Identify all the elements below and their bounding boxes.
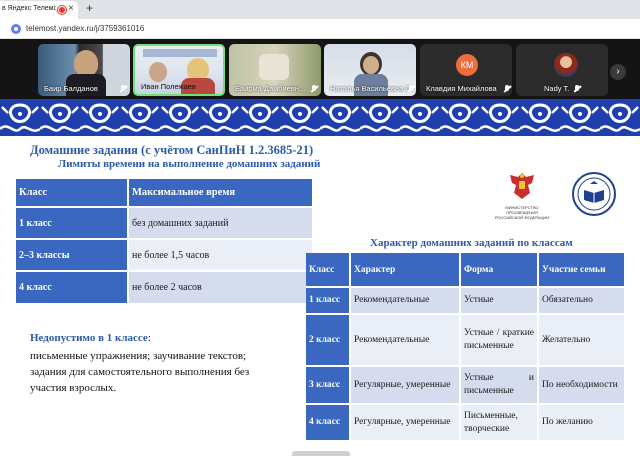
new-tab-icon[interactable]: +: [86, 1, 93, 15]
kinds-table: Класс Характер Форма Участие семьи 1 кла…: [306, 253, 626, 440]
column-header: Характер: [350, 253, 461, 287]
table-cell: Регулярные, умеренные: [350, 403, 461, 440]
table-cell: не более 2 часов: [128, 270, 314, 303]
forbidden-heading-text: Недопустимо в 1 классе: [30, 332, 148, 344]
table-cell: без домашних заданий: [128, 206, 314, 239]
book-seal-icon: [572, 172, 616, 216]
table-cell: Устные / краткие письменные: [460, 313, 539, 366]
table-cell: Устные и письменные: [460, 365, 539, 404]
participant-name: Nady T.: [544, 84, 570, 93]
column-header: Класс: [306, 253, 351, 287]
column-header: Участие семьи: [538, 253, 626, 287]
table-cell: Желательно: [538, 313, 626, 366]
table-cell: Рекомендательные: [350, 286, 461, 314]
table-cell: 2–3 классы: [16, 238, 129, 271]
participant-tile[interactable]: Наталья Васильевна С...: [324, 44, 416, 96]
table-cell: Устные: [460, 286, 539, 314]
column-header: Форма: [460, 253, 539, 287]
column-header: Максимальное время: [128, 179, 314, 207]
table-cell: По необходимости: [538, 365, 626, 404]
participant-name: Баир Балданов: [44, 84, 98, 93]
table-cell: По желанию: [538, 403, 626, 440]
participant-tile[interactable]: Баирма Дамбиевн...: [229, 44, 321, 96]
table-row: 4 класс не более 2 часов: [16, 270, 314, 303]
table-row: 4 класс Регулярные, умеренные Письменные…: [306, 403, 626, 440]
url-text[interactable]: telemost.yandex.ru/j/3759361016: [26, 24, 144, 33]
site-info-icon[interactable]: [11, 24, 21, 34]
participant-tile[interactable]: Иван Полежаев: [133, 44, 225, 96]
close-icon[interactable]: ×: [68, 3, 74, 14]
tab-title: в Яндекс Телемост: [2, 5, 56, 12]
address-bar[interactable]: telemost.yandex.ru/j/3759361016: [0, 19, 640, 39]
table-row: 1 класс Рекомендательные Устные Обязател…: [306, 286, 626, 314]
table-cell: 4 класс: [16, 270, 129, 303]
table-cell: Письменные, творческие: [460, 403, 539, 440]
table-cell: 4 класс: [306, 403, 351, 440]
recording-icon: [58, 6, 66, 14]
participant-tile[interactable]: КМ Клавдия Михайлова: [420, 44, 512, 96]
avatar: [554, 53, 578, 77]
table-row: 2–3 классы не более 1,5 часов: [16, 238, 314, 271]
participant-name: Клавдия Михайлова: [426, 84, 497, 93]
participant-tile[interactable]: Nady T.: [516, 44, 608, 96]
table-row: 1 класс без домашних заданий: [16, 206, 314, 239]
table-cell: Регулярные, умеренные: [350, 365, 461, 404]
participant-name: Иван Полежаев: [141, 82, 196, 91]
table-cell: 1 класс: [306, 286, 351, 314]
forbidden-line: участия взрослых.: [30, 382, 117, 394]
mic-muted-icon: [311, 85, 317, 93]
slide-title: Домашние задания (с учётом СанПиН 1.2.36…: [30, 143, 314, 157]
browser-tab[interactable]: в Яндекс Телемост ×: [0, 1, 78, 19]
participant-name: Наталья Васильевна С...: [330, 84, 416, 93]
table-cell: Обязательно: [538, 286, 626, 314]
table-cell: 3 класс: [306, 365, 351, 404]
limits-table: Класс Максимальное время 1 класс без дом…: [16, 179, 314, 303]
kinds-title: Характер домашних заданий по классам: [370, 237, 573, 249]
mic-muted-icon: [574, 85, 580, 93]
ministry-caption: МИНИСТЕРСТВО ПРОСВЕЩЕНИЯ РОССИЙСКОЙ ФЕДЕ…: [494, 205, 550, 220]
table-cell: 1 класс: [16, 206, 129, 239]
slide-subtitle: Лимиты времени на выполнение домашних за…: [58, 158, 321, 170]
forbidden-heading: Недопустимо в 1 классе:: [30, 332, 151, 344]
ornament-band: [0, 99, 640, 136]
table-row: 2 класс Рекомендательные Устные / кратки…: [306, 313, 626, 366]
participants-strip: Баир Балданов Иван Полежаев Баирма Дамби…: [0, 39, 640, 99]
mic-muted-icon: [120, 85, 126, 93]
table-row: 3 класс Регулярные, умеренные Устные и п…: [306, 365, 626, 404]
chevron-right-icon[interactable]: ›: [610, 64, 626, 80]
ministry-logo: МИНИСТЕРСТВО ПРОСВЕЩЕНИЯ РОССИЙСКОЙ ФЕДЕ…: [494, 171, 550, 220]
column-header: Класс: [16, 179, 129, 207]
avatar: КМ: [456, 54, 478, 76]
table-cell: 2 класс: [306, 313, 351, 366]
forbidden-line: задания для самостоятельного выполнения …: [30, 366, 250, 378]
seal-logo: [572, 172, 616, 216]
participant-name: Баирма Дамбиевн...: [235, 84, 306, 93]
ornament-pattern: [0, 99, 640, 136]
forbidden-line: письменные упражнения; заучивание тексто…: [30, 350, 247, 362]
participant-tile[interactable]: Баир Балданов: [38, 44, 130, 96]
eagle-emblem-icon: [510, 173, 534, 199]
table-header-row: Класс Характер Форма Участие семьи: [306, 253, 626, 287]
browser-tab-bar: в Яндекс Телемост × +: [0, 0, 640, 19]
mic-muted-icon: [504, 85, 510, 93]
mic-muted-icon: [408, 85, 414, 93]
table-header-row: Класс Максимальное время: [16, 179, 314, 207]
scroll-handle[interactable]: [292, 451, 350, 456]
table-cell: Рекомендательные: [350, 313, 461, 366]
table-cell: не более 1,5 часов: [128, 238, 314, 271]
